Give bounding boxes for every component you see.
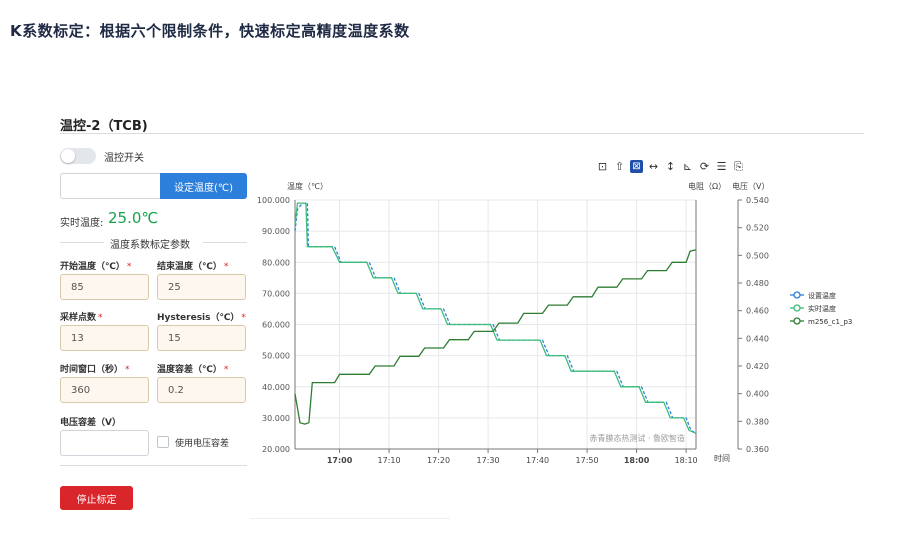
right-tick-label: 0.460	[746, 307, 769, 316]
right-tick-label: 0.500	[746, 251, 769, 260]
x-axis-title: 时间	[714, 453, 730, 463]
left-tick-label: 70.000	[262, 289, 290, 298]
right-tick-label: 0.360	[746, 445, 769, 454]
legend-label: 设置温度	[808, 291, 836, 300]
right-tick-label: 0.520	[746, 224, 769, 233]
x-tick-label: 17:30	[477, 456, 500, 465]
left-tick-label: 60.000	[262, 321, 290, 330]
right-tick-label: 0.540	[746, 196, 769, 205]
left-tick-label: 100.000	[257, 196, 290, 205]
temperature-chart: 100.000 90.000 80.000 70.000 60.000 50.000 40.…	[257, 181, 852, 465]
x-tick-label: 17:20	[427, 456, 450, 465]
right-tick-label: 0.480	[746, 279, 769, 288]
right-tick-label: 0.440	[746, 334, 769, 343]
x-tick-label: 17:00	[327, 456, 353, 465]
chart-watermark: 赤青膜态热测试 · 鲁欧智造	[589, 433, 685, 443]
series-line-2	[294, 202, 697, 434]
x-tick-label: 18:00	[624, 456, 650, 465]
right-tick-label: 0.380	[746, 417, 769, 426]
left-tick-label: 90.000	[262, 227, 290, 236]
right-tick-label: 0.420	[746, 362, 769, 371]
series-line-1	[294, 202, 697, 434]
right-axis-title-resistance: 电阻（Ω）	[688, 181, 726, 191]
x-tick-label: 18:10	[675, 456, 698, 465]
bottom-shadow	[250, 518, 450, 519]
left-tick-label: 80.000	[262, 258, 290, 267]
left-axis-title: 温度（℃）	[287, 181, 328, 191]
legend-swatch-marker	[793, 304, 801, 312]
legend-swatch-marker	[793, 317, 801, 325]
legend-swatch-marker	[793, 291, 801, 299]
left-tick-label: 20.000	[262, 445, 290, 454]
left-tick-label: 40.000	[262, 383, 290, 392]
legend-label: m256_c1_p3	[808, 318, 852, 326]
legend-label: 实时温度	[808, 304, 836, 313]
right-axis-title-voltage: 电压（V）	[732, 181, 769, 191]
x-tick-label: 17:10	[378, 456, 401, 465]
left-tick-label: 30.000	[262, 414, 290, 423]
x-tick-label: 17:50	[576, 456, 599, 465]
left-tick-label: 50.000	[262, 352, 290, 361]
right-tick-label: 0.400	[746, 390, 769, 399]
x-tick-label: 17:40	[526, 456, 549, 465]
